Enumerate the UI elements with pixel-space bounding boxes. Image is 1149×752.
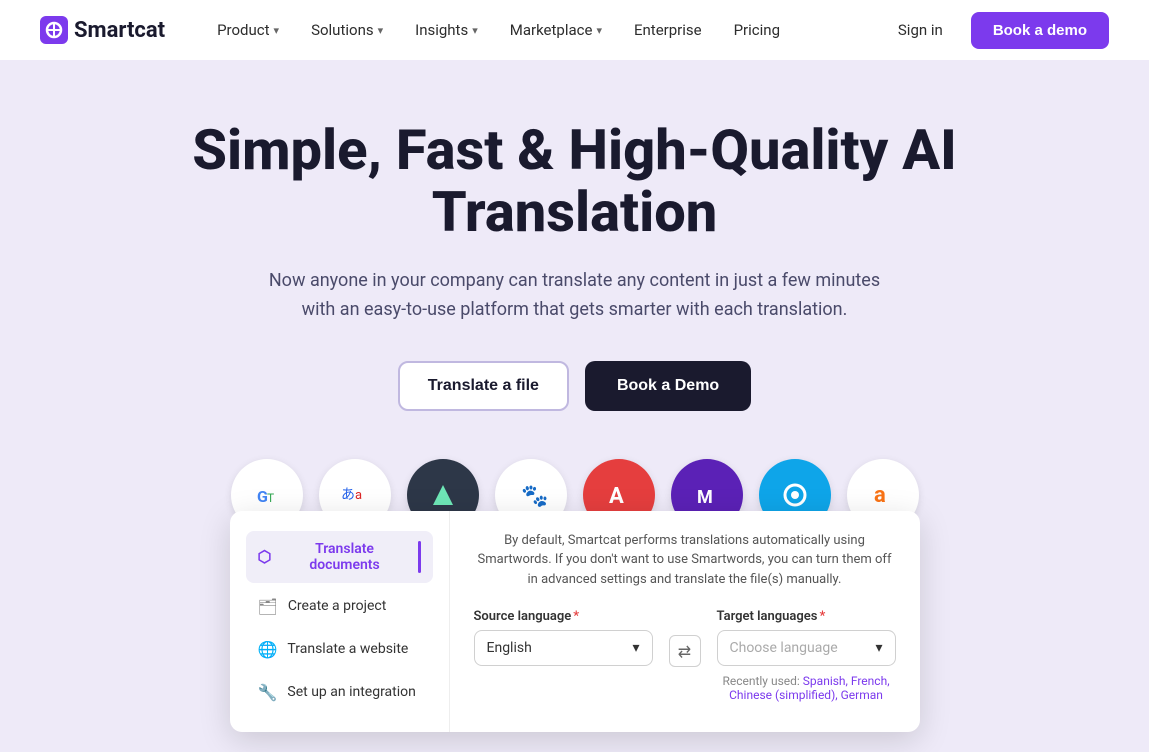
nav-item-product[interactable]: Product ▾ xyxy=(205,15,291,45)
source-language-group: Source language * English ▾ xyxy=(474,609,653,666)
svg-text:A: A xyxy=(609,484,624,509)
chevron-down-icon: ▾ xyxy=(875,640,882,656)
target-language-select[interactable]: Choose language ▾ xyxy=(717,630,896,666)
nav-item-solutions[interactable]: Solutions ▾ xyxy=(299,15,395,45)
dropdown-description: By default, Smartcat performs translatio… xyxy=(474,531,896,590)
chevron-down-icon: ▾ xyxy=(632,640,639,656)
target-language-group: Target languages * Choose language ▾ Rec… xyxy=(717,609,896,702)
hero-subtitle: Now anyone in your company can translate… xyxy=(265,267,885,325)
document-icon: ⬡ xyxy=(258,547,272,566)
svg-text:M: M xyxy=(697,487,713,508)
svg-text:T: T xyxy=(267,491,274,505)
folder-icon: 🗂 xyxy=(258,597,278,616)
nav-right: Sign in Book a demo xyxy=(886,12,1109,49)
swap-languages-button[interactable]: ⇄ xyxy=(669,635,701,667)
globe-icon: 🌐 xyxy=(258,640,278,659)
svg-text:a: a xyxy=(355,488,362,503)
target-language-label: Target languages * xyxy=(717,609,896,624)
nav-item-pricing[interactable]: Pricing xyxy=(722,15,792,45)
integration-icon: 🔧 xyxy=(258,683,278,702)
nav-item-marketplace[interactable]: Marketplace ▾ xyxy=(498,15,614,45)
menu-item-translate-website[interactable]: 🌐 Translate a website xyxy=(246,630,433,669)
cta-buttons: Translate a file Book a Demo xyxy=(20,361,1129,411)
dropdown-content: By default, Smartcat performs translatio… xyxy=(450,511,920,732)
book-demo-button[interactable]: Book a Demo xyxy=(585,361,751,411)
sign-in-link[interactable]: Sign in xyxy=(886,15,955,45)
menu-item-create-project[interactable]: 🗂 Create a project xyxy=(246,587,433,626)
logo-icon xyxy=(40,16,68,44)
language-row: Source language * English ▾ ⇄ Target lan… xyxy=(474,609,896,702)
source-language-select[interactable]: English ▾ xyxy=(474,630,653,666)
source-required-marker: * xyxy=(573,609,579,624)
nav-item-insights[interactable]: Insights ▾ xyxy=(403,15,490,45)
dropdown-menu: ⬡ Translate documents 🗂 Create a project… xyxy=(230,511,450,732)
hero-section: Simple, Fast & High-Quality AI Translati… xyxy=(0,60,1149,752)
menu-item-set-integration[interactable]: 🔧 Set up an integration xyxy=(246,673,433,712)
chevron-down-icon: ▾ xyxy=(274,24,280,37)
active-indicator xyxy=(418,541,421,573)
translate-file-button[interactable]: Translate a file xyxy=(398,361,569,411)
chevron-down-icon: ▾ xyxy=(378,24,384,37)
hero-title: Simple, Fast & High-Quality AI Translati… xyxy=(125,120,1025,243)
nav-item-enterprise[interactable]: Enterprise xyxy=(622,15,714,45)
chevron-down-icon: ▾ xyxy=(472,24,478,37)
recently-used: Recently used: Spanish, French, Chinese … xyxy=(717,674,896,702)
nav-links: Product ▾ Solutions ▾ Insights ▾ Marketp… xyxy=(205,15,886,45)
svg-text:a: a xyxy=(874,483,886,508)
navbar: Smartcat Product ▾ Solutions ▾ Insights … xyxy=(0,0,1149,60)
svg-text:🐾: 🐾 xyxy=(521,484,548,509)
svg-text:あ: あ xyxy=(341,487,355,503)
translate-dropdown-card: ⬡ Translate documents 🗂 Create a project… xyxy=(230,511,920,732)
menu-item-translate-docs[interactable]: ⬡ Translate documents xyxy=(246,531,433,583)
chevron-down-icon: ▾ xyxy=(596,24,602,37)
book-demo-nav-button[interactable]: Book a demo xyxy=(971,12,1109,49)
target-required-marker: * xyxy=(819,609,825,624)
source-language-label: Source language * xyxy=(474,609,653,624)
logo[interactable]: Smartcat xyxy=(40,16,165,44)
